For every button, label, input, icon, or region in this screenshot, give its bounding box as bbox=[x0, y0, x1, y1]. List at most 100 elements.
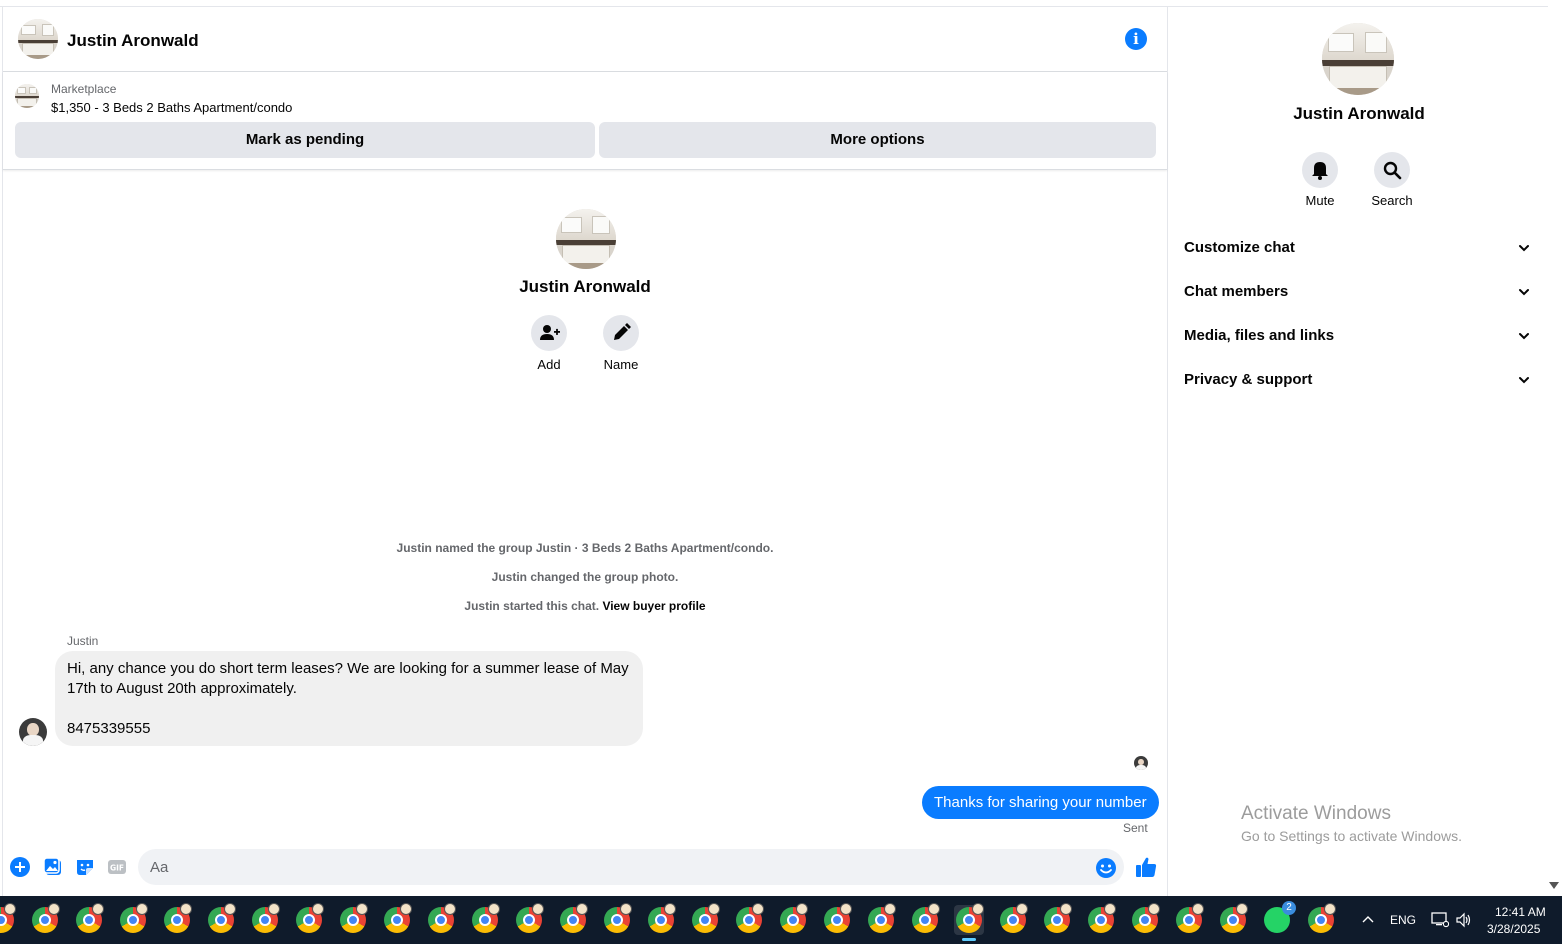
clock-time[interactable]: 12:41 AM bbox=[1495, 905, 1546, 919]
listing-thumbnail[interactable] bbox=[15, 84, 39, 108]
more-options-button[interactable]: More options bbox=[599, 122, 1156, 158]
taskbar-chrome[interactable] bbox=[162, 903, 192, 935]
search-in-conversation-button[interactable] bbox=[1374, 152, 1410, 188]
chevron-down-icon bbox=[1519, 289, 1529, 296]
taskbar-whatsapp[interactable]: 2 bbox=[1262, 901, 1296, 935]
incoming-message-bubble[interactable]: Hi, any chance you do short term leases?… bbox=[55, 651, 643, 746]
taskbar-chrome[interactable] bbox=[690, 903, 720, 935]
taskbar-chrome[interactable] bbox=[646, 903, 676, 935]
thumbs-up-icon[interactable] bbox=[1134, 855, 1158, 879]
taskbar-chrome[interactable] bbox=[558, 903, 588, 935]
section-privacy-support[interactable]: Privacy & support bbox=[1184, 362, 1536, 398]
taskbar-chrome[interactable] bbox=[118, 903, 148, 935]
mark-as-pending-button[interactable]: Mark as pending bbox=[15, 122, 595, 158]
taskbar-chrome[interactable] bbox=[778, 903, 808, 935]
bell-icon bbox=[1312, 162, 1328, 180]
profile-icon bbox=[400, 903, 412, 915]
taskbar-chrome[interactable] bbox=[338, 903, 368, 935]
sidebar-avatar[interactable] bbox=[1322, 23, 1394, 95]
profile-icon bbox=[972, 903, 984, 915]
taskbar-chrome[interactable] bbox=[1042, 903, 1072, 935]
taskbar-chrome[interactable] bbox=[250, 903, 280, 935]
taskbar-chrome[interactable] bbox=[1174, 903, 1204, 935]
taskbar-chrome[interactable] bbox=[294, 903, 324, 935]
windows-taskbar: 2 ENG 12:41 AM 3/28/2025 bbox=[0, 896, 1562, 944]
profile-icon bbox=[1148, 903, 1160, 915]
gif-icon[interactable]: GIF bbox=[107, 857, 127, 877]
scroll-down-arrow-icon[interactable] bbox=[1549, 882, 1559, 889]
chevron-down-icon bbox=[1519, 245, 1529, 252]
profile-icon bbox=[708, 903, 720, 915]
intro-avatar[interactable] bbox=[556, 209, 616, 269]
profile-icon bbox=[4, 903, 16, 915]
edit-name-button[interactable] bbox=[603, 315, 639, 351]
message-input[interactable] bbox=[150, 849, 1080, 885]
clock-date[interactable]: 3/28/2025 bbox=[1487, 922, 1540, 936]
taskbar-chrome[interactable] bbox=[1130, 903, 1160, 935]
show-hidden-icons-chevron-icon[interactable] bbox=[1361, 913, 1375, 927]
section-customize-chat[interactable]: Customize chat bbox=[1184, 230, 1536, 266]
view-buyer-profile-link[interactable]: View buyer profile bbox=[602, 599, 705, 613]
window-top-edge bbox=[0, 0, 1548, 7]
sender-avatar[interactable] bbox=[19, 718, 47, 746]
read-receipt-avatar bbox=[1134, 756, 1148, 770]
emoji-icon[interactable] bbox=[1095, 857, 1117, 879]
add-people-button[interactable] bbox=[531, 315, 567, 351]
section-media-files-links[interactable]: Media, files and links bbox=[1184, 318, 1536, 354]
taskbar-chrome[interactable] bbox=[602, 903, 632, 935]
header-avatar[interactable] bbox=[18, 19, 58, 59]
message-phone-number: 8475339555 bbox=[67, 720, 151, 737]
taskbar-chrome[interactable] bbox=[0, 903, 16, 935]
profile-icon bbox=[532, 903, 544, 915]
section-label: Privacy & support bbox=[1184, 371, 1313, 388]
taskbar-chrome[interactable] bbox=[30, 903, 60, 935]
taskbar-chrome[interactable] bbox=[206, 903, 236, 935]
watermark-title: Activate Windows bbox=[1241, 803, 1391, 824]
volume-icon[interactable] bbox=[1455, 912, 1473, 928]
listing-title[interactable]: $1,350 - 3 Beds 2 Baths Apartment/condo bbox=[51, 100, 292, 115]
outgoing-message-bubble[interactable]: Thanks for sharing your number bbox=[922, 786, 1159, 819]
search-label: Search bbox=[1371, 193, 1413, 208]
profile-icon bbox=[928, 903, 940, 915]
language-indicator[interactable]: ENG bbox=[1390, 913, 1416, 927]
taskbar-chrome[interactable] bbox=[954, 903, 984, 941]
message-status: Sent bbox=[1123, 821, 1148, 835]
profile-icon bbox=[136, 903, 148, 915]
taskbar-chrome[interactable] bbox=[1218, 903, 1248, 935]
taskbar-chrome[interactable] bbox=[514, 903, 544, 935]
taskbar-chrome[interactable] bbox=[382, 903, 412, 935]
taskbar-chrome[interactable] bbox=[822, 903, 852, 935]
taskbar-chrome[interactable] bbox=[74, 903, 104, 935]
taskbar-chrome[interactable] bbox=[470, 903, 500, 935]
profile-icon bbox=[224, 903, 236, 915]
sticker-icon[interactable] bbox=[75, 857, 95, 877]
system-message-started: Justin started this chat. View buyer pro… bbox=[3, 599, 1167, 613]
message-composer: GIF bbox=[3, 843, 1167, 893]
taskbar-chrome[interactable] bbox=[866, 903, 896, 935]
mute-button[interactable] bbox=[1302, 152, 1338, 188]
header-contact-name[interactable]: Justin Aronwald bbox=[67, 31, 199, 51]
taskbar-chrome[interactable] bbox=[426, 903, 456, 935]
taskbar-chrome[interactable] bbox=[1306, 903, 1336, 935]
add-label: Add bbox=[537, 357, 561, 372]
taskbar-chrome[interactable] bbox=[998, 903, 1028, 935]
profile-icon bbox=[1016, 903, 1028, 915]
page-scrollbar[interactable] bbox=[1548, 0, 1562, 896]
taskbar-chrome[interactable] bbox=[1086, 903, 1116, 935]
section-chat-members[interactable]: Chat members bbox=[1184, 274, 1536, 310]
photo-icon[interactable] bbox=[43, 857, 63, 877]
add-person-icon bbox=[540, 325, 560, 340]
message-line: Hi, any chance you do short term leases?… bbox=[67, 660, 629, 677]
profile-icon bbox=[840, 903, 852, 915]
info-icon[interactable]: i bbox=[1125, 28, 1147, 50]
plus-icon[interactable] bbox=[10, 857, 30, 877]
pencil-icon bbox=[614, 323, 631, 340]
section-label: Chat members bbox=[1184, 283, 1289, 300]
mute-label: Mute bbox=[1305, 193, 1335, 208]
profile-icon bbox=[92, 903, 104, 915]
taskbar-chrome[interactable] bbox=[734, 903, 764, 935]
network-icon[interactable] bbox=[1431, 912, 1449, 928]
taskbar-chrome[interactable] bbox=[910, 903, 940, 935]
chat-panel: Justin Aronwald i Marketplace $1,350 - 3… bbox=[2, 7, 1168, 896]
